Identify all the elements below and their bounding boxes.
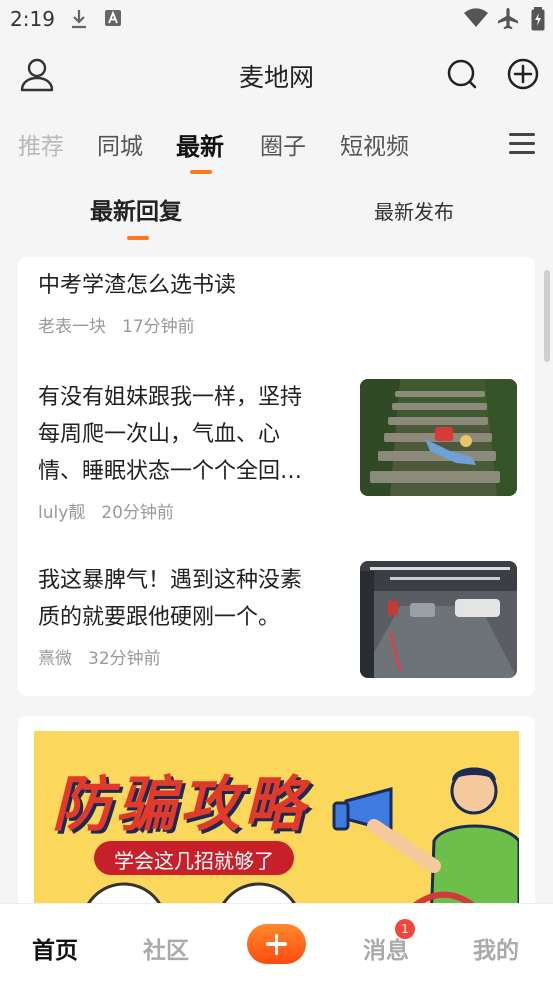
subtab-latest-posts[interactable]: 最新发布 [374,196,454,225]
battery-charging-icon [531,7,545,31]
post-author: 老表一块 [38,317,106,337]
nav-home[interactable]: 首页 [32,931,78,965]
post-thumbnail-image[interactable] [360,561,517,678]
nav-community[interactable]: 社区 [143,931,189,965]
sub-tabs: 最新回复 最新发布 [0,180,553,245]
wifi-icon [464,8,488,27]
post-author: 熹微 [38,649,72,669]
banner-headline: 防骗攻略 [52,770,308,840]
tab-local[interactable]: 同城 [97,127,143,161]
bottom-nav: 首页 社区 消息 1 我的 [0,903,553,985]
post-author: luly靓 [38,503,86,523]
feed-card: 中考学渣怎么选书读 老表一块 17分钟前 有没有姐妹跟我一样，坚持 每周爬一次山，… [18,257,535,696]
airplane-mode-icon [498,8,518,30]
post-title: 有没有姐妹跟我一样，坚持 每周爬一次山，气血、心 情、睡眠状态一个个全回… [38,385,303,484]
category-tabs: 推荐 同城 最新 圈子 短视频 [0,115,553,175]
scrollbar-thumb[interactable] [544,270,550,362]
nav-me[interactable]: 我的 [473,931,519,965]
post-meta: 老表一块 17分钟前 [38,312,518,337]
post-meta: 熹微 32分钟前 [38,644,348,669]
subtab-latest-replies[interactable]: 最新回复 [90,192,182,226]
app-header: 麦地网 [0,38,553,110]
add-post-icon[interactable] [505,56,541,92]
list-item[interactable]: 我这暴脾气！遇到这种没素 质的就要跟他硬刚一个。 熹微 32分钟前 [38,562,348,669]
search-icon[interactable] [445,56,481,92]
messages-badge: 1 [395,919,415,939]
list-item[interactable]: 有没有姐妹跟我一样，坚持 每周爬一次山，气血、心 情、睡眠状态一个个全回… lu… [38,379,348,523]
download-icon [72,10,86,29]
post-title: 我这暴脾气！遇到这种没素 质的就要跟他硬刚一个。 [38,568,303,630]
app-notification-icon [105,10,121,26]
list-item[interactable]: 中考学渣怎么选书读 老表一块 17分钟前 [38,267,518,337]
post-time: 20分钟前 [101,503,174,523]
tab-circles[interactable]: 圈子 [260,127,306,161]
post-thumbnail-image[interactable] [360,379,517,496]
tab-short-video[interactable]: 短视频 [340,127,409,161]
menu-icon[interactable] [509,133,535,155]
post-time: 17分钟前 [122,317,195,337]
banner-subline: 学会这几招就够了 [114,849,274,873]
tab-latest[interactable]: 最新 [176,127,224,162]
post-meta: luly靓 20分钟前 [38,498,348,523]
tab-recommended[interactable]: 推荐 [18,127,64,161]
post-title: 中考学渣怎么选书读 [38,273,237,298]
active-subtab-indicator [127,236,149,240]
status-bar: 2:19 [0,0,553,38]
post-time: 32分钟前 [88,649,161,669]
active-tab-indicator [190,170,212,174]
status-time: 2:19 [10,7,55,31]
publish-plus-button[interactable] [247,924,306,964]
